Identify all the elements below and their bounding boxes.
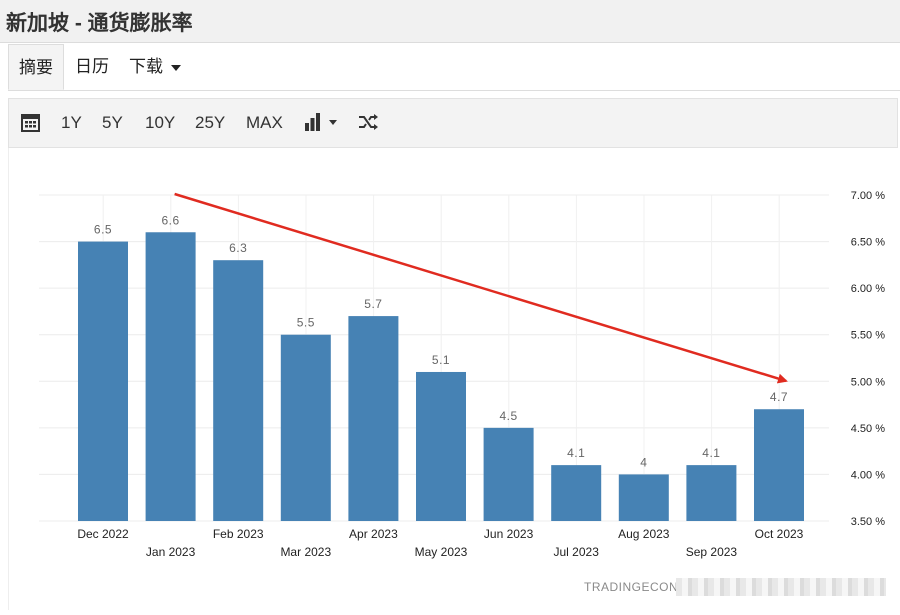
tab-download[interactable]: 下载 [129,44,181,90]
y-tick-label: 5.00 % [851,376,885,388]
bar [483,427,534,521]
watermark: TRADINGECONO [584,580,689,594]
chart-area: 6.5 6.6 6.3 5.5 5.7 5.1 4.5 4.1 4 4.1 4.7 Dec 2022… [8,148,898,610]
trend-arrow [174,192,788,384]
data-label: 4.5 [500,409,518,423]
bar-chart-icon[interactable] [303,99,343,147]
range-10y-button[interactable]: 10Y [145,99,175,147]
x-tick-label: Jun 2023 [484,527,534,541]
data-label: 5.7 [364,297,382,311]
bar [416,371,466,521]
range-1y-button[interactable]: 1Y [61,99,82,147]
page-title: 新加坡 - 通货膨胀率 [6,12,193,35]
shuffle-icon[interactable] [358,99,378,147]
tab-download-label: 下载 [129,57,163,76]
bar [618,474,669,521]
data-label: 4.1 [702,446,720,460]
bar [280,334,331,521]
y-tick-label: 5.50 % [851,330,885,342]
range-25y-button[interactable]: 25Y [195,99,225,147]
x-tick-label: Mar 2023 [280,545,331,559]
y-tick-label: 6.00 % [851,283,885,295]
data-label: 5.5 [297,316,315,330]
blurred-watermark [676,578,886,596]
chart-toolbar: 1Y 5Y 10Y 25Y MAX [8,98,898,148]
tab-calendar[interactable]: 日历 [75,44,109,90]
tab-summary[interactable]: 摘要 [8,44,64,90]
tab-summary-label: 摘要 [19,58,53,77]
bar [348,316,399,521]
calendar-icon[interactable] [21,99,40,147]
range-5y-button[interactable]: 5Y [102,99,123,147]
x-tick-label: Aug 2023 [618,527,670,541]
data-label: 4 [640,455,647,469]
bar [78,241,128,522]
x-tick-label: Dec 2022 [77,527,129,541]
x-tick-label: Apr 2023 [349,527,398,541]
x-tick-label: Sep 2023 [686,545,738,559]
data-label: 4.7 [770,390,788,404]
x-tick-label: Oct 2023 [755,527,804,541]
title-bar: 新加坡 - 通货膨胀率 [0,0,900,43]
y-tick-label: 4.00 % [851,469,885,481]
x-tick-label: Feb 2023 [213,527,264,541]
y-tick-label: 6.50 % [851,237,885,249]
data-label: 4.1 [567,446,585,460]
data-label: 6.6 [162,213,180,227]
tab-bar: 摘要 日历 下载 [8,44,900,91]
data-label: 6.5 [94,223,112,237]
y-tick-label: 4.50 % [851,423,885,435]
x-tick-label: Jan 2023 [146,545,196,559]
chevron-down-icon [171,64,181,71]
tab-calendar-label: 日历 [75,57,109,76]
bar-chart: 6.5 6.6 6.3 5.5 5.7 5.1 4.5 4.1 4 4.1 4.7 Dec 2022… [39,190,885,559]
y-tick-label: 7.00 % [851,190,885,202]
bar [213,260,264,521]
bar [551,465,602,521]
bar [145,232,196,521]
bar [754,409,804,521]
y-tick-label: 3.50 % [851,516,885,528]
data-label: 5.1 [432,353,450,367]
data-label: 6.3 [229,241,247,255]
bar [686,465,737,521]
x-tick-label: May 2023 [415,545,468,559]
range-max-button[interactable]: MAX [246,99,283,147]
x-tick-label: Jul 2023 [554,545,600,559]
